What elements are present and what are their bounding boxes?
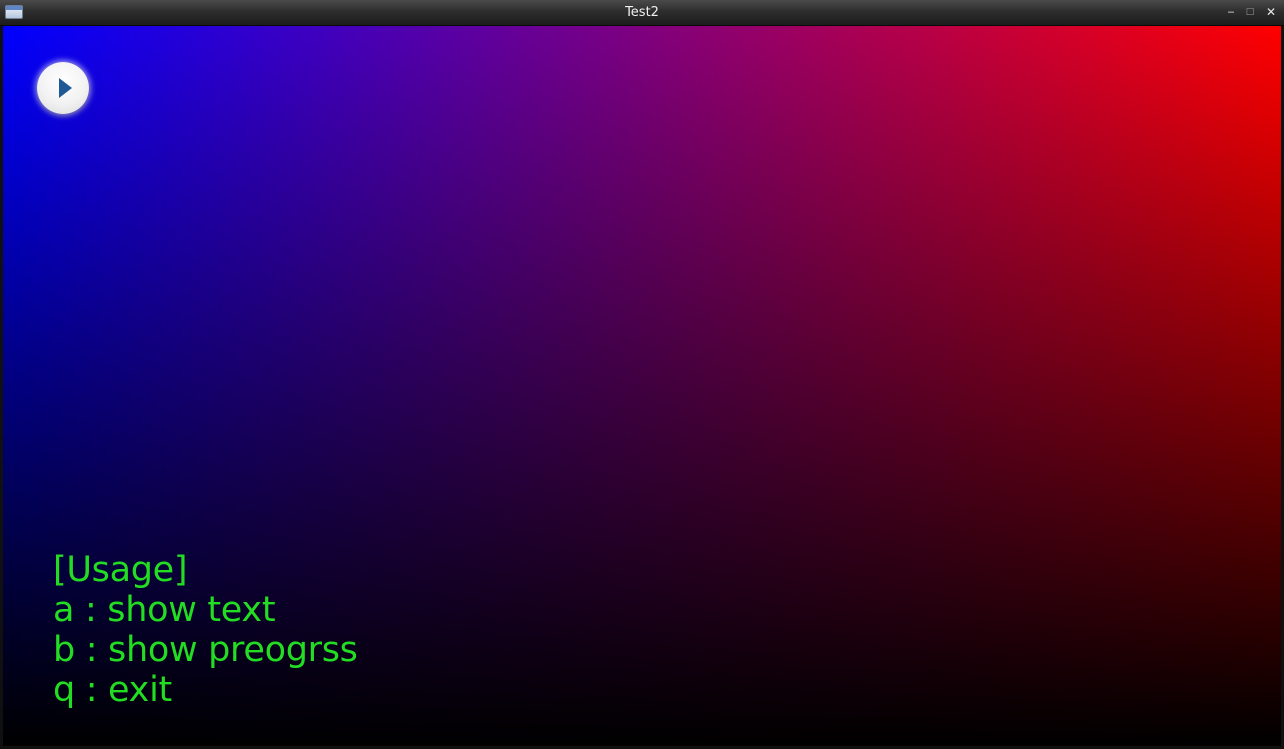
window-title: Test2 <box>625 5 659 20</box>
maximize-button[interactable]: □ <box>1243 5 1257 19</box>
usage-heading: [Usage] <box>53 550 188 590</box>
minimize-button[interactable]: ‒ <box>1224 5 1238 19</box>
play-icon <box>59 78 72 98</box>
usage-text: [Usage] a : show text b : show preogrss … <box>53 550 358 710</box>
close-button[interactable]: ✕ <box>1264 5 1278 19</box>
play-button[interactable] <box>37 62 89 114</box>
usage-line-q: q : exit <box>53 670 172 710</box>
title-bar[interactable]: Test2 ‒ □ ✕ <box>0 0 1284 26</box>
app-window: Test2 ‒ □ ✕ [Usage] a : show text b : sh… <box>0 0 1284 749</box>
usage-line-b: b : show preogrss <box>53 630 358 670</box>
gradient-canvas: [Usage] a : show text b : show preogrss … <box>3 26 1281 746</box>
usage-line-a: a : show text <box>53 590 276 630</box>
